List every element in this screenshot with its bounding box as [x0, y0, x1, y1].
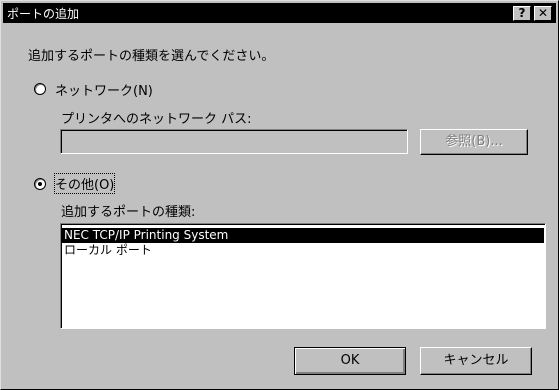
port-types-listbox[interactable]: NEC TCP/IP Printing System ローカル ポート [60, 223, 546, 329]
other-radio[interactable] [34, 178, 46, 190]
ok-button[interactable]: OK [294, 347, 406, 375]
radio-selected-dot [38, 182, 42, 186]
network-path-label: プリンタへのネットワーク パス: [61, 112, 252, 127]
network-radio-label[interactable]: ネットワーク(N) [55, 80, 153, 99]
port-types-label: 追加するポートの種類: [61, 205, 196, 220]
network-path-input[interactable] [60, 129, 408, 154]
close-button[interactable]: ✕ [534, 6, 552, 21]
browse-button[interactable]: 参照(B)... [420, 129, 528, 155]
cancel-button[interactable]: キャンセル [420, 347, 532, 375]
help-button[interactable]: ? [513, 6, 531, 21]
list-item[interactable]: NEC TCP/IP Printing System [62, 228, 544, 243]
browse-button-label: 参照(B)... [445, 134, 503, 149]
title-bar[interactable]: ポートの追加 ? ✕ [3, 3, 556, 23]
list-item[interactable]: ローカル ポート [62, 243, 544, 258]
other-radio-label[interactable]: その他(O) [53, 173, 116, 194]
dialog-title: ポートの追加 [7, 7, 80, 21]
prompt-text: 追加するポートの種類を選んでください。 [28, 49, 275, 64]
network-radio[interactable] [34, 83, 46, 95]
add-port-dialog: ポートの追加 ? ✕ 追加するポートの種類を選んでください。 ネットワーク(N)… [0, 0, 559, 390]
